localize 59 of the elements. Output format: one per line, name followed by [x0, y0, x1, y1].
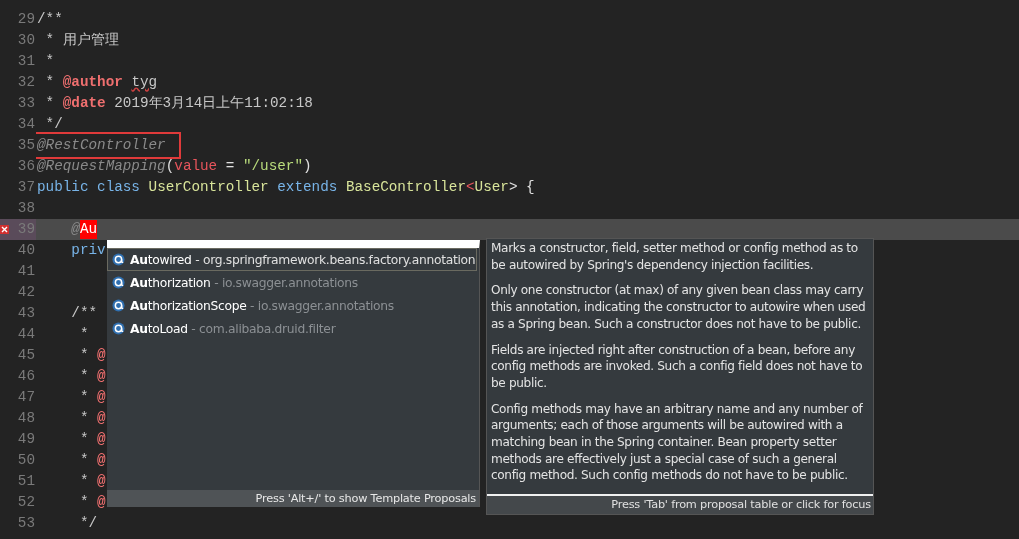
code-line: * @	[78, 430, 106, 449]
popup-status-bar: Press 'Alt+/' to show Template Proposals	[107, 490, 479, 507]
code-line: * @	[78, 472, 106, 491]
code-line: *	[78, 325, 89, 344]
line-number: 51	[17, 473, 36, 489]
annotation-icon	[112, 253, 125, 266]
doc-paragraph: Fields are injected right after construction of a bean, before any config methods are invoked. Such a config field does not have to be public.	[491, 341, 864, 392]
code-line: * @	[78, 367, 106, 386]
line-number: 30	[17, 32, 36, 48]
code-line: * @	[78, 451, 106, 470]
annotation-icon	[112, 276, 125, 289]
line-number: 34	[17, 116, 36, 132]
doc-paragraph: Marks a constructor, field, setter method or config method as to be autowired by Spring's dependency injection facilities.	[491, 240, 859, 274]
code-line-highlight: @RestController	[37, 135, 178, 156]
code-line: * @	[78, 493, 106, 512]
code-line: /**	[70, 304, 98, 323]
code-line: * @	[78, 388, 106, 407]
line-number: 49	[17, 431, 36, 447]
line-number: 37	[17, 179, 36, 195]
line-number: 29	[17, 11, 36, 27]
annotation-icon	[112, 299, 125, 312]
proposal-item[interactable]: Autowired - org.springframework.beans.factory.annotation	[107, 248, 477, 271]
code-line: * @author tyg	[44, 73, 158, 92]
line-number: 44	[17, 326, 36, 342]
code-line: * @	[78, 409, 106, 428]
annotation-icon	[112, 322, 125, 335]
line-number: 38	[17, 200, 36, 216]
line-number: 40	[17, 242, 36, 258]
line-number: 50	[17, 452, 36, 468]
code-line: /**	[37, 10, 63, 29]
code-line: *	[44, 52, 55, 71]
line-number: 52	[17, 494, 36, 510]
line-number: 47	[17, 389, 36, 405]
line-number: 42	[17, 284, 36, 300]
code-line: * @date 2019年3月14日上午11:02:18	[44, 94, 313, 113]
code-line: */	[44, 115, 63, 134]
line-number: 46	[17, 368, 36, 384]
code-line: public class UserController extends BaseController<User> {	[37, 178, 535, 197]
proposal-item[interactable]: AuthorizationScope - io.swagger.annotations	[107, 294, 477, 317]
line-number: 35	[17, 137, 36, 153]
line-number: 31	[17, 53, 36, 69]
code-line: @RequestMapping(value = "/user")	[37, 157, 312, 176]
code-line: * 用户管理	[44, 31, 119, 50]
code-line: priv	[70, 241, 106, 260]
line-number: 45	[17, 347, 36, 363]
proposal-item[interactable]: AutoLoad - com.alibaba.druid.filter	[107, 317, 477, 340]
line-number: 48	[17, 410, 36, 426]
code-line: */	[78, 514, 98, 533]
popup-status-bar: Press 'Tab' from proposal table or click for focus	[487, 496, 873, 514]
doc-paragraph: Only one constructor (at max) of any given bean class may carry this annotation, indicating the constructor to autowire when used as a Spring bean. Such a constructor does not have to be public.	[491, 282, 867, 333]
doc-paragraph: Config methods may have an arbitrary name and any number of arguments; each of those arguments will be autowired with a matching bean in the Spring container. Bean property setter methods are effectively just a special case of such a general config method. Such config methods do not have to be public.	[491, 400, 864, 485]
code-line: * @	[78, 346, 106, 365]
line-number: 53	[17, 515, 36, 531]
line-number: 36	[17, 158, 36, 174]
line-number: 41	[17, 263, 36, 279]
line-number: 33	[17, 95, 36, 111]
line-number: 43	[17, 305, 36, 321]
line-number: 32	[17, 74, 36, 90]
proposal-item[interactable]: Authorization - io.swagger.annotations	[107, 271, 477, 294]
